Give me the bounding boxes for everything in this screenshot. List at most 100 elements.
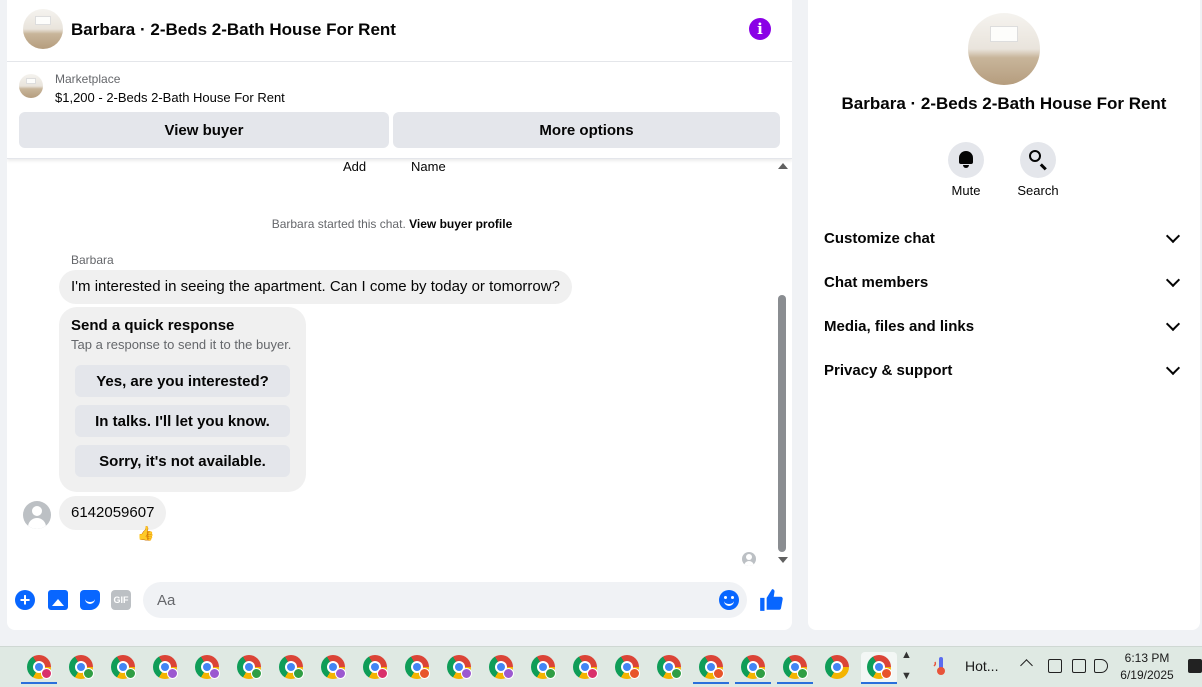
chrome-taskbar-icon[interactable]: [63, 652, 99, 684]
meet-now-icon[interactable]: [1048, 659, 1062, 673]
marketplace-label: Marketplace: [55, 72, 121, 86]
chrome-taskbar-icon[interactable]: [315, 652, 351, 684]
chrome-taskbar-icon[interactable]: [483, 652, 519, 684]
section-label: Customize chat: [824, 229, 935, 247]
profile-badge-icon: [755, 668, 766, 679]
listing-thumbnail: [19, 74, 43, 98]
truncated-text-name: Name: [411, 159, 446, 174]
view-buyer-profile-link[interactable]: View buyer profile: [409, 217, 512, 231]
chrome-taskbar-icon[interactable]: [693, 652, 729, 684]
chrome-taskbar-icon[interactable]: [105, 652, 141, 684]
conversation-title[interactable]: Barbara · 2-Beds 2-Bath House For Rent: [71, 20, 396, 40]
chrome-taskbar-icon[interactable]: [861, 652, 897, 684]
chrome-taskbar-icon[interactable]: [441, 652, 477, 684]
listing-title: $1,200 - 2-Beds 2-Bath House For Rent: [55, 90, 285, 105]
chrome-taskbar-icon[interactable]: [147, 652, 183, 684]
search-action[interactable]: Search: [1008, 142, 1068, 198]
profile-badge-icon: [881, 668, 892, 679]
chrome-taskbar-icon[interactable]: [357, 652, 393, 684]
scroll-up-arrow-icon[interactable]: [778, 163, 788, 169]
quick-response-option[interactable]: Sorry, it's not available.: [75, 445, 290, 477]
scroll-down-arrow-icon[interactable]: [778, 557, 788, 563]
mute-action[interactable]: Mute: [936, 142, 996, 198]
truncated-text-add: Add: [343, 159, 367, 174]
chevron-down-icon: [1165, 360, 1181, 376]
section-privacy-support[interactable]: Privacy & support: [824, 348, 1184, 392]
chrome-taskbar-icon[interactable]: [651, 652, 687, 684]
network-icon[interactable]: [1072, 659, 1086, 673]
bell-glyph: [959, 151, 973, 168]
taskbar-scroll-up-icon[interactable]: ▲: [901, 649, 912, 661]
thumbs-up-icon[interactable]: [758, 587, 784, 613]
section-label: Chat members: [824, 273, 929, 291]
chrome-taskbar-icon[interactable]: [819, 652, 855, 684]
bell-icon[interactable]: [948, 142, 984, 178]
photo-icon[interactable]: [48, 590, 68, 610]
chrome-taskbar-icon[interactable]: [189, 652, 225, 684]
conversation-avatar-large: [968, 13, 1040, 85]
profile-badge-icon: [671, 668, 682, 679]
profile-badge-icon: [713, 668, 724, 679]
taskbar: Hot... 6:13 PM 6/19/2025: [0, 646, 1202, 687]
chevron-up-icon[interactable]: [1020, 659, 1033, 672]
emoji-icon[interactable]: [719, 590, 739, 610]
chevron-down-icon: [1165, 228, 1181, 244]
gif-icon[interactable]: GIF: [111, 590, 131, 610]
quick-response-option[interactable]: Yes, are you interested?: [75, 365, 290, 397]
chrome-icon: [825, 655, 849, 679]
message-bubble[interactable]: I'm interested in seeing the apartment. …: [59, 270, 572, 304]
conversation-avatar[interactable]: [23, 9, 63, 49]
person-icon-body: [744, 561, 754, 566]
mute-label: Mute: [951, 183, 981, 198]
profile-badge-icon: [629, 668, 640, 679]
view-buyer-button[interactable]: View buyer: [19, 112, 389, 148]
scrollbar-thumb[interactable]: [778, 295, 786, 552]
thumbs-up-reaction-icon[interactable]: 👍: [137, 525, 154, 542]
taskbar-scroll-down-icon[interactable]: ▼: [901, 670, 912, 682]
profile-badge-icon: [545, 668, 556, 679]
chrome-taskbar-icon[interactable]: [567, 652, 603, 684]
chrome-taskbar-icon[interactable]: [273, 652, 309, 684]
quick-response-option[interactable]: In talks. I'll let you know.: [75, 405, 290, 437]
search-icon[interactable]: [1020, 142, 1056, 178]
sender-name: Barbara: [71, 253, 114, 267]
plus-icon[interactable]: +: [15, 590, 35, 610]
profile-badge-icon: [503, 668, 514, 679]
chrome-taskbar-icon[interactable]: [609, 652, 645, 684]
section-chat-members[interactable]: Chat members: [824, 260, 1184, 304]
profile-badge-icon: [335, 668, 346, 679]
chat-header: Barbara · 2-Beds 2-Bath House For Rent i: [7, 0, 792, 62]
profile-badge-icon: [587, 668, 598, 679]
profile-badge-icon: [461, 668, 472, 679]
more-options-button[interactable]: More options: [393, 112, 780, 148]
chrome-taskbar-icon[interactable]: [21, 652, 57, 684]
quick-response-card: Send a quick response Tap a response to …: [59, 307, 306, 492]
message-input[interactable]: [143, 582, 747, 618]
clock-time: 6:13 PM: [1124, 651, 1170, 665]
running-indicator: [693, 682, 729, 684]
chrome-taskbar-icon[interactable]: [525, 652, 561, 684]
chrome-taskbar-icon[interactable]: [735, 652, 771, 684]
chrome-taskbar-icon[interactable]: [399, 652, 435, 684]
thermometer-icon[interactable]: [932, 656, 950, 676]
weather-text[interactable]: Hot...: [965, 658, 998, 674]
person-icon: [746, 554, 752, 560]
volume-icon[interactable]: [1094, 659, 1108, 673]
running-indicator: [861, 682, 897, 684]
sticker-icon[interactable]: [80, 590, 100, 610]
sender-avatar[interactable]: [23, 501, 51, 529]
info-icon[interactable]: i: [749, 18, 771, 40]
section-customize-chat[interactable]: Customize chat: [824, 216, 1184, 260]
profile-badge-icon: [797, 668, 808, 679]
clock[interactable]: 6:13 PM 6/19/2025: [1112, 650, 1182, 684]
notification-icon[interactable]: [1188, 659, 1202, 673]
profile-badge-icon: [83, 668, 94, 679]
message-list[interactable]: Add Name Barbara started this chat. View…: [7, 159, 792, 571]
chrome-taskbar-icon[interactable]: [777, 652, 813, 684]
composer: + GIF: [7, 578, 792, 622]
running-indicator: [735, 682, 771, 684]
section-media-files-links[interactable]: Media, files and links: [824, 304, 1184, 348]
search-label: Search: [1017, 183, 1059, 198]
chrome-taskbar-icon[interactable]: [231, 652, 267, 684]
scrollbar[interactable]: [777, 159, 789, 571]
